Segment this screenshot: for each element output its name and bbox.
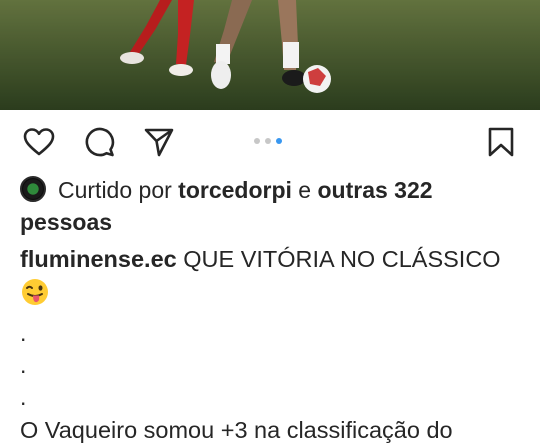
caption-dot: . — [20, 384, 27, 410]
carousel-dot — [265, 138, 271, 144]
liked-by-username[interactable]: torcedorpi — [178, 177, 292, 203]
likes-summary[interactable]: Curtido por torcedorpi e outras 322 pess… — [20, 174, 520, 238]
avatar[interactable] — [20, 176, 46, 202]
comment-bubble-icon[interactable] — [82, 125, 116, 159]
liked-by-suffix[interactable]: pessoas — [20, 209, 112, 235]
post-image[interactable] — [0, 0, 540, 110]
bookmark-outline-icon[interactable] — [484, 125, 518, 159]
liked-by-others-count[interactable]: outras 322 — [317, 177, 432, 203]
carousel-indicator — [254, 138, 282, 144]
post-actions-bar — [0, 118, 540, 164]
heart-outline-icon[interactable] — [22, 125, 56, 159]
caption-username[interactable]: fluminense.ec — [20, 246, 177, 272]
post-caption: fluminense.ec QUE VITÓRIA NO CLÁSSICO — [20, 242, 530, 310]
caption-dot: . — [20, 352, 27, 378]
liked-by-prefix: Curtido por — [58, 177, 172, 203]
liked-by-conjunction: e — [298, 177, 312, 203]
football-players-photo — [0, 0, 540, 110]
winking-face-tongue-emoji — [22, 279, 48, 305]
caption-body-line: O Vaqueiro somou +3 na classificação do — [20, 417, 453, 443]
carousel-dot — [254, 138, 260, 144]
caption-text: QUE VITÓRIA NO CLÁSSICO — [183, 246, 501, 272]
carousel-dot-active — [276, 138, 282, 144]
paper-plane-icon[interactable] — [142, 125, 176, 159]
caption-dot: . — [20, 320, 27, 346]
